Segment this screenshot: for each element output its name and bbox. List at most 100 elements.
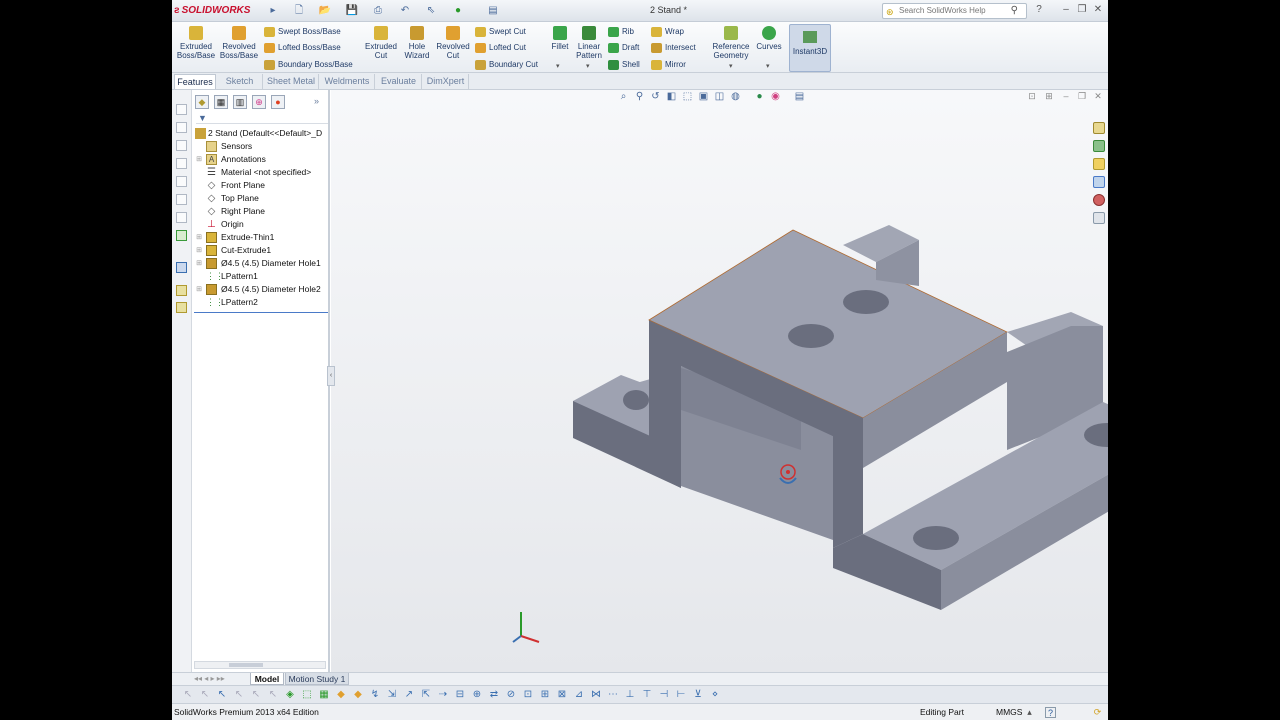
expand-arrow-icon[interactable]: » [314, 96, 319, 106]
tree-filter[interactable]: ▼ [196, 113, 328, 124]
revolved-boss-button[interactable]: Revolved Boss/Base [219, 26, 259, 70]
part-3d-model[interactable] [331, 90, 1108, 672]
tree-item-right-plane[interactable]: ◇ Right Plane [192, 205, 328, 218]
undo-icon[interactable]: ↶ [398, 4, 412, 17]
tool-icon[interactable]: ⋯ [607, 689, 619, 701]
extruded-boss-button[interactable]: Extruded Boss/Base [176, 26, 216, 70]
open-folder-icon[interactable]: 📂 [318, 4, 332, 17]
menu-arrow-icon[interactable]: ▸ [266, 4, 280, 17]
tool-icon[interactable]: ⊤ [641, 689, 653, 701]
tree-item-lpattern2[interactable]: ⋮⋮ LPattern2 [192, 296, 328, 309]
tool-icon[interactable]: ↖ [199, 689, 211, 701]
units-dropdown-icon[interactable]: ▴ [1024, 707, 1035, 718]
rollback-bar[interactable] [194, 312, 328, 313]
display-icon[interactable] [176, 262, 187, 273]
rebuild-icon[interactable]: ● [451, 4, 465, 17]
tool-icon[interactable]: ⊠ [556, 689, 568, 701]
view-icon[interactable] [176, 194, 187, 205]
fillet-dropdown-icon[interactable]: ▾ [556, 62, 560, 70]
tree-item-front-plane[interactable]: ◇ Front Plane [192, 179, 328, 192]
view-icon[interactable] [176, 176, 187, 187]
tab-scroll-arrows-icon[interactable]: ◂◂ ◂ ▸ ▸▸ [194, 674, 225, 683]
tool-icon[interactable]: ◈ [284, 689, 296, 701]
expand-icon[interactable]: ⊞ [195, 231, 203, 244]
extruded-cut-button[interactable]: Extruded Cut [361, 26, 401, 70]
expand-icon[interactable]: ⊞ [195, 153, 203, 166]
tool-icon[interactable]: ⇲ [386, 689, 398, 701]
graphics-area[interactable]: ‹ ⌕ ⚲ ↺ ◧ ⬚ ▣ ◫ ◍ ● ◉ ▤ ⊡ ⊞ – ❐ ✕ [327, 90, 1108, 672]
tool-icon[interactable]: ⊘ [505, 689, 517, 701]
minimize-button[interactable]: – [1060, 4, 1072, 16]
lofted-boss-button[interactable]: Lofted Boss/Base [264, 41, 341, 55]
restore-button[interactable]: ❐ [1076, 4, 1088, 16]
feature-icon[interactable] [176, 285, 187, 296]
tree-item-hole1[interactable]: ⊞ Ø4.5 (4.5) Diameter Hole1 [192, 257, 328, 270]
tree-root[interactable]: 2 Stand (Default<<Default>_D [192, 127, 328, 140]
tool-icon[interactable]: ⊻ [692, 689, 704, 701]
tree-item-sensors[interactable]: Sensors [192, 140, 328, 153]
save-icon[interactable]: 💾 [345, 4, 359, 17]
tree-item-origin[interactable]: ⊥ Origin [192, 218, 328, 231]
view-icon[interactable] [176, 158, 187, 169]
instant3d-button[interactable]: Instant3D [789, 24, 831, 72]
new-document-icon[interactable]: 🗋 [292, 4, 306, 17]
tool-icon[interactable]: ⋈ [590, 689, 602, 701]
tool-icon[interactable]: ⬚ [301, 689, 313, 701]
solidworks-logo[interactable]: ƨ SOLIDWORKS [174, 2, 258, 20]
mirror-button[interactable]: Mirror [651, 58, 686, 72]
scroll-thumb[interactable] [229, 663, 263, 667]
tool-icon[interactable]: ⊕ [471, 689, 483, 701]
feature-tree-icon[interactable]: ◆ [195, 95, 209, 109]
tool-icon[interactable]: ⊟ [454, 689, 466, 701]
tool-icon[interactable]: ◆ [335, 689, 347, 701]
tree-item-material[interactable]: ☰ Material <not specified> [192, 166, 328, 179]
horizontal-scrollbar[interactable] [194, 661, 326, 669]
help-question-icon[interactable]: ? [1033, 4, 1045, 16]
tool-icon[interactable]: ↖ [182, 689, 194, 701]
pattern-dropdown-icon[interactable]: ▾ [586, 62, 590, 70]
search-icon[interactable]: ⚲ [1011, 4, 1018, 18]
tool-icon[interactable]: ↯ [369, 689, 381, 701]
tab-sketch[interactable]: Sketch [217, 74, 263, 89]
reference-dropdown-icon[interactable]: ▾ [729, 62, 733, 70]
tool-icon[interactable]: ↗ [403, 689, 415, 701]
tab-model[interactable]: Model [250, 673, 284, 685]
expand-icon[interactable]: ⊞ [195, 283, 203, 296]
tool-icon[interactable]: ↖ [233, 689, 245, 701]
help-search-input[interactable]: ⊛ Search SolidWorks Help ⚲ [882, 3, 1027, 19]
tool-icon[interactable]: ⊥ [624, 689, 636, 701]
intersect-button[interactable]: Intersect [651, 41, 696, 55]
tool-icon[interactable]: ↖ [250, 689, 262, 701]
tab-features[interactable]: Features [174, 74, 216, 89]
wrap-button[interactable]: Wrap [651, 25, 684, 39]
curves-dropdown-icon[interactable]: ▾ [766, 62, 770, 70]
select-icon[interactable]: ⇖ [424, 4, 438, 17]
view-icon[interactable] [176, 122, 187, 133]
tab-dimxpert[interactable]: DimXpert [423, 74, 469, 89]
tool-icon[interactable]: ⇄ [488, 689, 500, 701]
tool-icon[interactable]: ⊿ [573, 689, 585, 701]
print-icon[interactable]: ⎙ [371, 4, 385, 17]
draft-button[interactable]: Draft [608, 41, 639, 55]
rib-button[interactable]: Rib [608, 25, 634, 39]
tool-icon[interactable]: ⊢ [675, 689, 687, 701]
options-icon[interactable]: ▤ [486, 4, 500, 17]
feature-icon[interactable] [176, 302, 187, 313]
view-icon[interactable] [176, 104, 187, 115]
tree-item-top-plane[interactable]: ◇ Top Plane [192, 192, 328, 205]
swept-boss-button[interactable]: Swept Boss/Base [264, 25, 341, 39]
revolved-cut-button[interactable]: Revolved Cut [433, 26, 473, 70]
shell-button[interactable]: Shell [608, 58, 640, 72]
help-icon[interactable]: ? [1045, 707, 1056, 718]
tool-icon[interactable]: ↖ [216, 689, 228, 701]
expand-icon[interactable]: ⊞ [195, 244, 203, 257]
display-manager-icon[interactable]: ● [271, 95, 285, 109]
tool-icon[interactable]: ⇢ [437, 689, 449, 701]
dimxpert-manager-icon[interactable]: ⊕ [252, 95, 266, 109]
view-icon[interactable] [176, 140, 187, 151]
boundary-boss-button[interactable]: Boundary Boss/Base [264, 58, 353, 72]
hole-wizard-button[interactable]: Hole Wizard [397, 26, 437, 70]
tool-icon[interactable]: ⊡ [522, 689, 534, 701]
tool-icon[interactable]: ⊞ [539, 689, 551, 701]
tree-item-lpattern1[interactable]: ⋮⋮ LPattern1 [192, 270, 328, 283]
